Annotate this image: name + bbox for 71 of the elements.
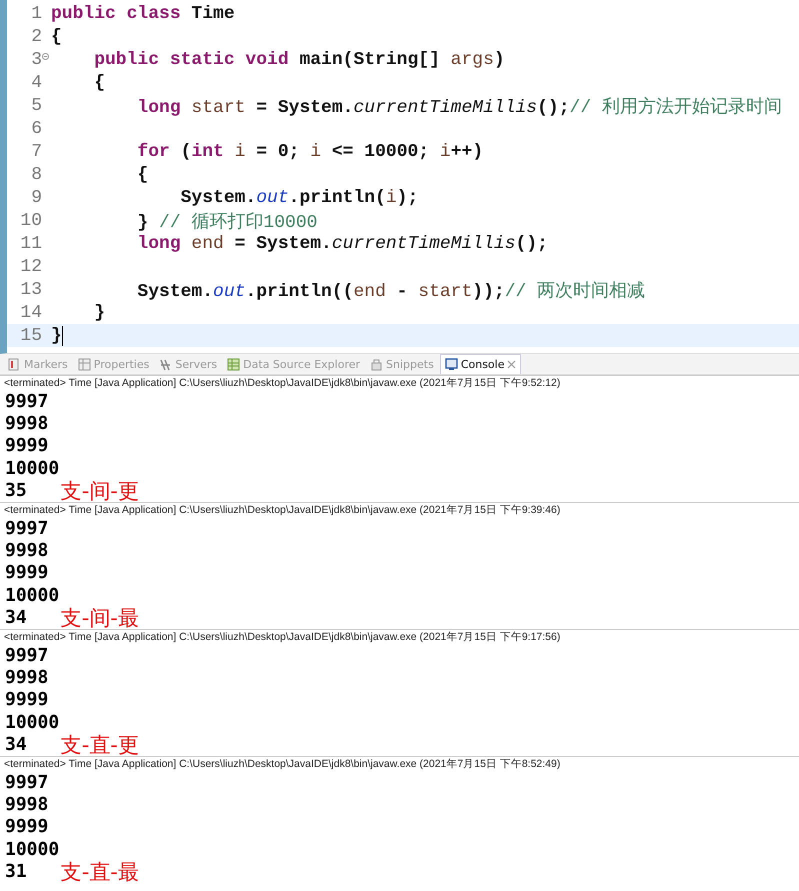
console-output: 9999 [5, 562, 48, 584]
line-number: 9 [31, 188, 42, 208]
code-line: System.out.println(i); [180, 188, 418, 208]
console-output: 31 [5, 861, 27, 882]
code-line: System.out.println((end - start));// 两次时间相减 [136, 280, 646, 302]
console-output: 9997 [5, 772, 48, 793]
annotation-label: 支-间-更 [60, 478, 139, 505]
line-number: 3 [31, 50, 42, 70]
console-output: 9998 [5, 540, 48, 562]
line-number: 1 [31, 4, 42, 24]
code-line: } [93, 302, 106, 322]
view-tab[interactable]: Snippets [366, 354, 438, 374]
console-output: 10000 [5, 458, 60, 479]
console-output: 9999 [5, 816, 48, 838]
line-number: 6 [31, 118, 42, 138]
code-line: long end = System.currentTimeMillis(); [136, 234, 548, 254]
database-grid-icon [227, 358, 240, 370]
line-number: 15 [20, 326, 42, 346]
line-number: 8 [31, 164, 42, 184]
view-tab[interactable]: Data Source Explorer [223, 354, 364, 374]
code-line: { [93, 72, 106, 92]
code-line: public static void main(String[] args) [93, 50, 505, 70]
annotation-label: 支-间-最 [60, 604, 139, 632]
console-output: 34 [5, 607, 27, 628]
annotation-label: 支-直-最 [60, 858, 139, 886]
console-output: 35 [5, 480, 27, 502]
line-number: 14 [20, 302, 42, 322]
code-line: } [51, 326, 62, 346]
code-line: { [51, 26, 62, 46]
annotation-label: 支-直-更 [60, 732, 139, 759]
console-output: 9997 [5, 644, 48, 666]
line-number: 12 [20, 256, 42, 276]
console-header: <terminated> Time [Java Application] C:\Users\liuzh\Desktop\JavaIDE\jdk8\bin\javaw.exe (2021年7月15日 下午9:52:12) [3, 376, 562, 390]
console-output: 9998 [5, 413, 48, 434]
line-number: 11 [20, 234, 42, 254]
console-icon [444, 358, 458, 371]
console-output: 9997 [5, 518, 48, 539]
console-output: 9997 [5, 390, 48, 412]
close-icon[interactable] [507, 360, 516, 369]
console-output: 9999 [5, 435, 48, 456]
line-number: 7 [31, 142, 42, 162]
view-tab[interactable]: Console [440, 354, 522, 374]
properties-icon [78, 358, 91, 370]
line-number: 13 [20, 280, 42, 300]
console-output: 10000 [5, 838, 60, 860]
code-line: { [136, 164, 148, 184]
markers-icon [8, 358, 21, 370]
text-cursor [62, 326, 64, 346]
console-output: 34 [5, 734, 27, 756]
code-line: public class Time [51, 4, 235, 24]
code-line: long start = System.currentTimeMillis();// 利用方法开始记录时间 [136, 96, 782, 118]
code-line: for (int i = 0; i <= 10000; i++) [136, 142, 484, 162]
console-output: 9999 [5, 689, 48, 710]
line-number: 4 [31, 72, 42, 92]
console-output: 10000 [5, 584, 60, 606]
code-line: } // 循环打印10000 [136, 211, 318, 232]
servers-icon [159, 358, 172, 370]
console-output: 10000 [5, 712, 60, 733]
view-tab[interactable]: Markers [4, 354, 72, 374]
view-tab[interactable]: Servers [155, 354, 222, 374]
console-header: <terminated> Time [Java Application] C:\Users\liuzh\Desktop\JavaIDE\jdk8\bin\javaw.exe (2021年7月15日 下午8:52:49) [3, 756, 562, 771]
view-tab[interactable]: Properties [74, 354, 154, 374]
console-header: <terminated> Time [Java Application] C:\Users\liuzh\Desktop\JavaIDE\jdk8\bin\javaw.exe (2021年7月15日 下午9:17:56) [3, 630, 562, 644]
line-number: 2 [31, 26, 42, 46]
snippets-icon [370, 358, 384, 370]
console-output: 9998 [5, 794, 48, 815]
line-number: 10 [20, 210, 42, 230]
console-header: <terminated> Time [Java Application] C:\Users\liuzh\Desktop\JavaIDE\jdk8\bin\javaw.exe (2021年7月15日 下午9:39:46) [3, 502, 562, 517]
console-output: 9998 [5, 666, 48, 688]
fold-collapse-icon[interactable] [42, 52, 49, 60]
line-number: 5 [31, 96, 42, 116]
